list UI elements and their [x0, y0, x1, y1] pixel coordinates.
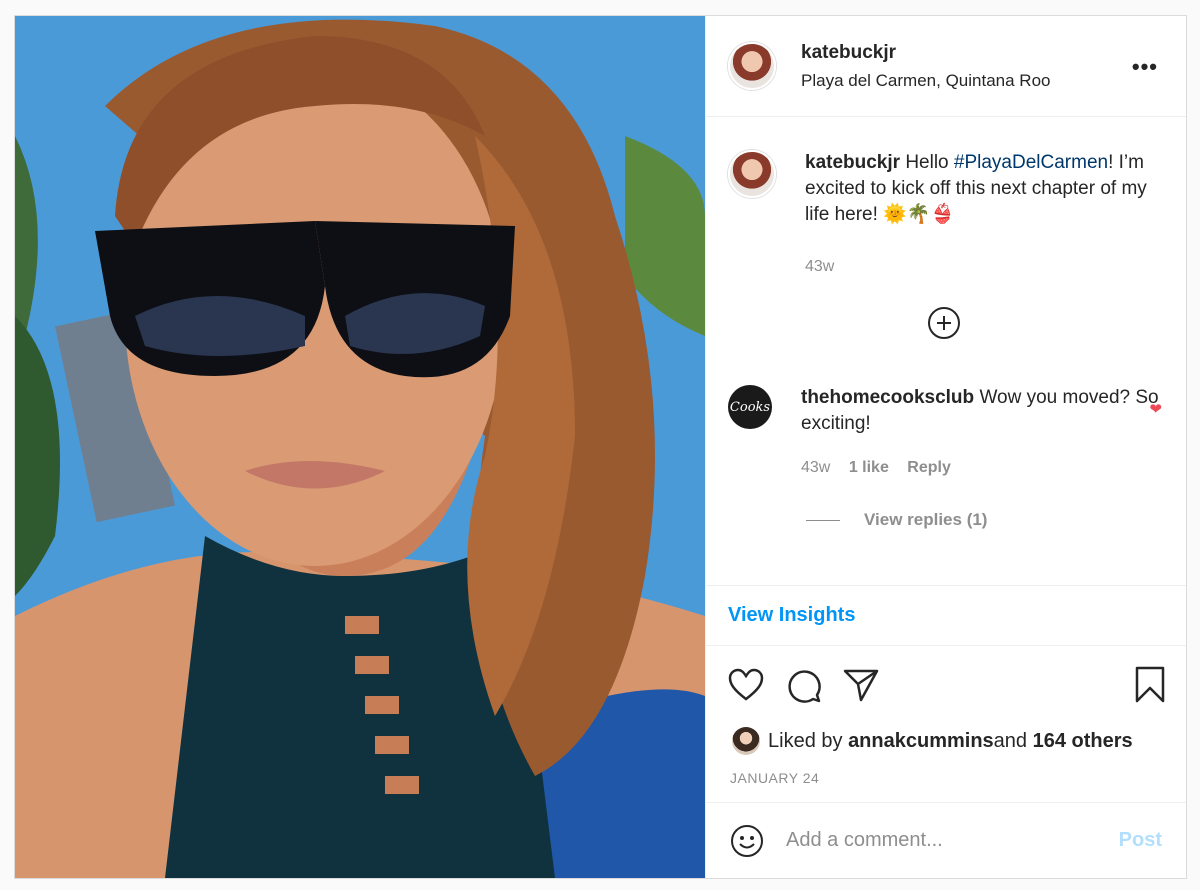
post-card: katebuckjr Playa del Carmen, Quintana Ro…	[14, 15, 1187, 879]
caption-avatar[interactable]	[728, 150, 776, 198]
comment-item: Cooks thehomecooksclub Wow you moved? So…	[728, 385, 1162, 481]
add-comment-bar: Add a comment... Post	[706, 802, 1186, 878]
comment-body: thehomecooksclub Wow you moved? So excit…	[801, 385, 1162, 481]
caption-body: katebuckjr Hello #PlayaDelCarmen! I’m ex…	[805, 150, 1162, 280]
likes-summary: Liked by annakcummins and 164 others	[706, 726, 1186, 756]
view-insights-link[interactable]: View Insights	[706, 586, 1186, 646]
add-comment-input[interactable]: Add a comment...	[786, 829, 1119, 852]
comments-list[interactable]: katebuckjr Hello #PlayaDelCarmen! I’m ex…	[706, 117, 1186, 586]
post-header: katebuckjr Playa del Carmen, Quintana Ro…	[706, 16, 1186, 117]
emoji-smile-icon[interactable]	[730, 824, 764, 858]
likes-others[interactable]: 164 others	[1033, 730, 1133, 753]
comment-like-heart-icon[interactable]: ❤	[1149, 400, 1162, 418]
post-location[interactable]: Playa del Carmen, Quintana Roo	[801, 71, 1050, 91]
load-more-comments-icon[interactable]	[928, 307, 960, 339]
share-send-icon[interactable]	[843, 668, 879, 702]
author-username[interactable]: katebuckjr	[801, 42, 1050, 64]
likes-middle: and	[993, 729, 1028, 752]
comment-meta: 43w 1 like Reply	[801, 455, 1162, 481]
likes-prefix: Liked by	[768, 729, 843, 752]
post-header-names: katebuckjr Playa del Carmen, Quintana Ro…	[801, 42, 1050, 91]
author-avatar[interactable]	[728, 42, 776, 90]
comment-reply-button[interactable]: Reply	[907, 459, 951, 476]
view-replies-button[interactable]: View replies (1)	[806, 510, 987, 530]
post-date[interactable]: JANUARY 24	[706, 770, 1186, 790]
replies-divider-line	[806, 519, 840, 521]
liker-avatar[interactable]	[732, 727, 760, 755]
caption-text-before: Hello	[905, 152, 954, 173]
caption-hashtag[interactable]: #PlayaDelCarmen	[954, 152, 1108, 173]
selfie-illustration	[15, 16, 705, 878]
comment-username[interactable]: thehomecooksclub	[801, 387, 974, 408]
caption: katebuckjr Hello #PlayaDelCarmen! I’m ex…	[728, 150, 1162, 280]
action-bar	[706, 646, 1186, 726]
comment-likes[interactable]: 1 like	[849, 459, 889, 476]
save-bookmark-icon[interactable]	[1134, 666, 1166, 704]
caption-meta: 43w	[805, 254, 1162, 280]
comment-bubble-icon[interactable]	[786, 668, 822, 704]
comment-age: 43w	[801, 459, 831, 476]
like-heart-icon[interactable]	[728, 668, 764, 702]
caption-username[interactable]: katebuckjr	[805, 152, 900, 173]
comment-avatar[interactable]: Cooks	[728, 385, 772, 429]
more-options-icon[interactable]: •••	[1132, 54, 1158, 80]
post-comment-button[interactable]: Post	[1119, 829, 1162, 852]
caption-age: 43w	[805, 258, 835, 275]
liker-username[interactable]: annakcummins	[848, 730, 994, 753]
post-side-panel: katebuckjr Playa del Carmen, Quintana Ro…	[705, 16, 1186, 878]
view-replies-label: View replies (1)	[864, 510, 988, 529]
post-photo[interactable]	[15, 16, 705, 878]
